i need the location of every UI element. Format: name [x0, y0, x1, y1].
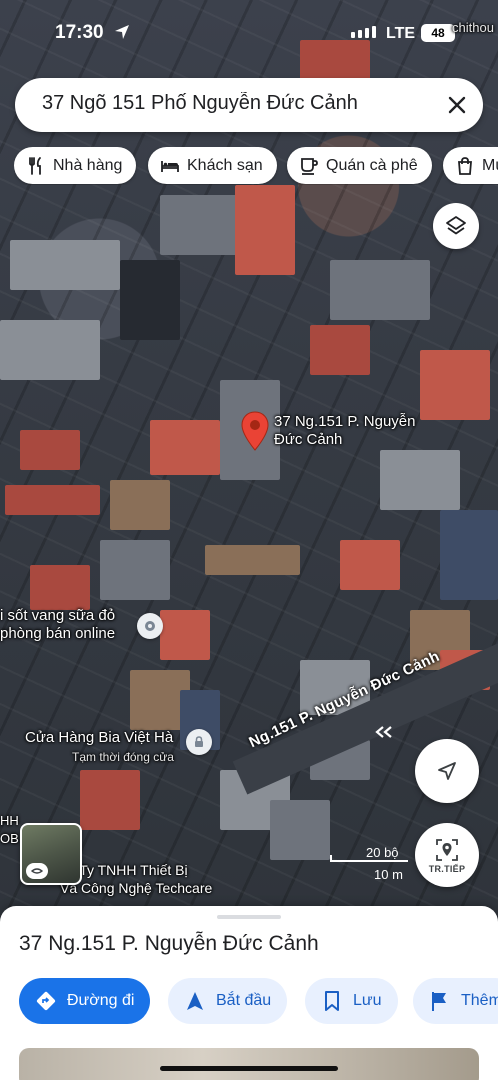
lock-icon	[195, 736, 203, 747]
street-view-icon	[26, 863, 48, 879]
roof	[30, 565, 90, 610]
place-bottom-sheet[interactable]: 37 Ng.151 P. Nguyễn Đức Cảnh Đường đi Bắ…	[0, 906, 498, 1080]
close-icon[interactable]	[443, 91, 471, 119]
street-view-thumbnail[interactable]	[20, 823, 82, 885]
location-arrow-icon	[115, 25, 129, 39]
home-indicator[interactable]	[160, 1066, 338, 1071]
shopping-bag-icon	[458, 156, 472, 175]
follow-button[interactable]: TR.TIẾP	[415, 823, 479, 887]
chip-label: Mu	[482, 156, 498, 174]
poi-status-beer: Tạm thời đóng cửa	[72, 750, 174, 764]
roof	[80, 770, 140, 830]
layers-icon	[446, 216, 466, 235]
map-label-top-right: chithou	[452, 20, 494, 35]
roof	[270, 800, 330, 860]
map-scale: 20 bộ 10 m	[330, 845, 410, 885]
roof	[120, 260, 180, 340]
roof	[420, 350, 490, 420]
chip-label: Nhà hàng	[53, 156, 123, 174]
roof	[235, 185, 295, 275]
roof	[380, 450, 460, 510]
pin-icon	[145, 621, 155, 631]
roof	[440, 510, 498, 600]
poi-label-beer: Cửa Hàng Bia Việt Hà	[25, 729, 174, 746]
roof	[330, 260, 430, 320]
network-type: LTE	[386, 25, 416, 42]
directions-button[interactable]: Đường đi	[19, 978, 151, 1024]
roof	[150, 420, 220, 475]
action-label: Bắt đầu	[216, 992, 272, 1009]
roof	[310, 325, 370, 375]
action-label: Đường đi	[67, 992, 135, 1009]
status-time: 17:30	[55, 22, 104, 43]
poi-label-wine: i sốt vang sữa đỏ phòng bán online	[0, 607, 116, 642]
action-label: Lưu	[353, 992, 382, 1009]
roof	[110, 480, 170, 530]
chip-label: Quán cà phê	[326, 156, 418, 174]
navigation-arrow-icon	[438, 762, 456, 780]
poi-label-left-cut: HH OB	[0, 813, 19, 846]
chip-restaurants[interactable]: Nhà hàng	[14, 147, 137, 184]
layers-button[interactable]	[433, 203, 479, 249]
action-buttons: Đường đi Bắt đầu Lưu Thêm	[0, 978, 498, 1024]
roof	[0, 320, 100, 380]
scale-imperial: 20 bộ	[366, 845, 399, 860]
more-button[interactable]: Thêm	[413, 978, 498, 1024]
location-focus-icon	[436, 838, 458, 861]
chip-coffee[interactable]: Quán cà phê	[287, 147, 432, 184]
navigation-arrow-icon	[187, 992, 203, 1010]
poi-label-techcare: ng Ty TNHH Thiết Bị Và Công Nghệ Techcar…	[60, 862, 213, 896]
scale-metric: 10 m	[374, 867, 403, 882]
start-button[interactable]: Bắt đầu	[168, 978, 288, 1024]
poi-marker-wine[interactable]	[137, 613, 163, 639]
coffee-icon	[301, 157, 318, 175]
roof	[5, 485, 100, 515]
chevron-left-icon	[375, 726, 392, 738]
search-query[interactable]: 37 Ngõ 151 Phố Nguyễn Đức Cảnh	[42, 92, 404, 115]
place-title: 37 Ng.151 P. Nguyễn Đức Cảnh	[19, 932, 319, 955]
roof	[160, 610, 210, 660]
pin-label: 37 Ng.151 P. Nguyễn Đức Cảnh	[274, 413, 416, 448]
signal-icon	[351, 26, 376, 38]
search-bar[interactable]: 37 Ngõ 151 Phố Nguyễn Đức Cảnh	[15, 78, 483, 132]
roof	[340, 540, 400, 590]
location-pin-icon[interactable]	[240, 411, 270, 451]
poi-marker-beer[interactable]	[186, 729, 212, 755]
directions-icon	[36, 991, 56, 1011]
roof	[205, 545, 300, 575]
roof	[100, 540, 170, 600]
chip-label: Khách sạn	[187, 156, 263, 174]
place-photos[interactable]	[19, 1048, 479, 1080]
hotel-icon	[161, 160, 179, 172]
battery-icon: 48	[421, 24, 455, 42]
category-chips: Nhà hàng Khách sạn Quán cà phê Mu	[14, 147, 498, 185]
scale-bar	[330, 860, 408, 862]
roof	[20, 430, 80, 470]
flag-icon	[432, 992, 446, 1011]
chip-hotels[interactable]: Khách sạn	[148, 147, 277, 184]
status-bar: 17:30 LTE 48 chithou	[0, 0, 498, 62]
bookmark-icon	[325, 991, 339, 1011]
action-label: Thêm	[461, 992, 498, 1009]
my-location-button[interactable]	[415, 739, 479, 803]
poi-marker-street[interactable]	[372, 720, 396, 744]
restaurant-icon	[29, 156, 41, 175]
follow-label: TR.TIẾP	[428, 863, 466, 874]
drag-handle[interactable]	[217, 915, 281, 919]
roof	[10, 240, 120, 290]
save-button[interactable]: Lưu	[305, 978, 398, 1024]
chip-shopping[interactable]: Mu	[443, 147, 498, 184]
